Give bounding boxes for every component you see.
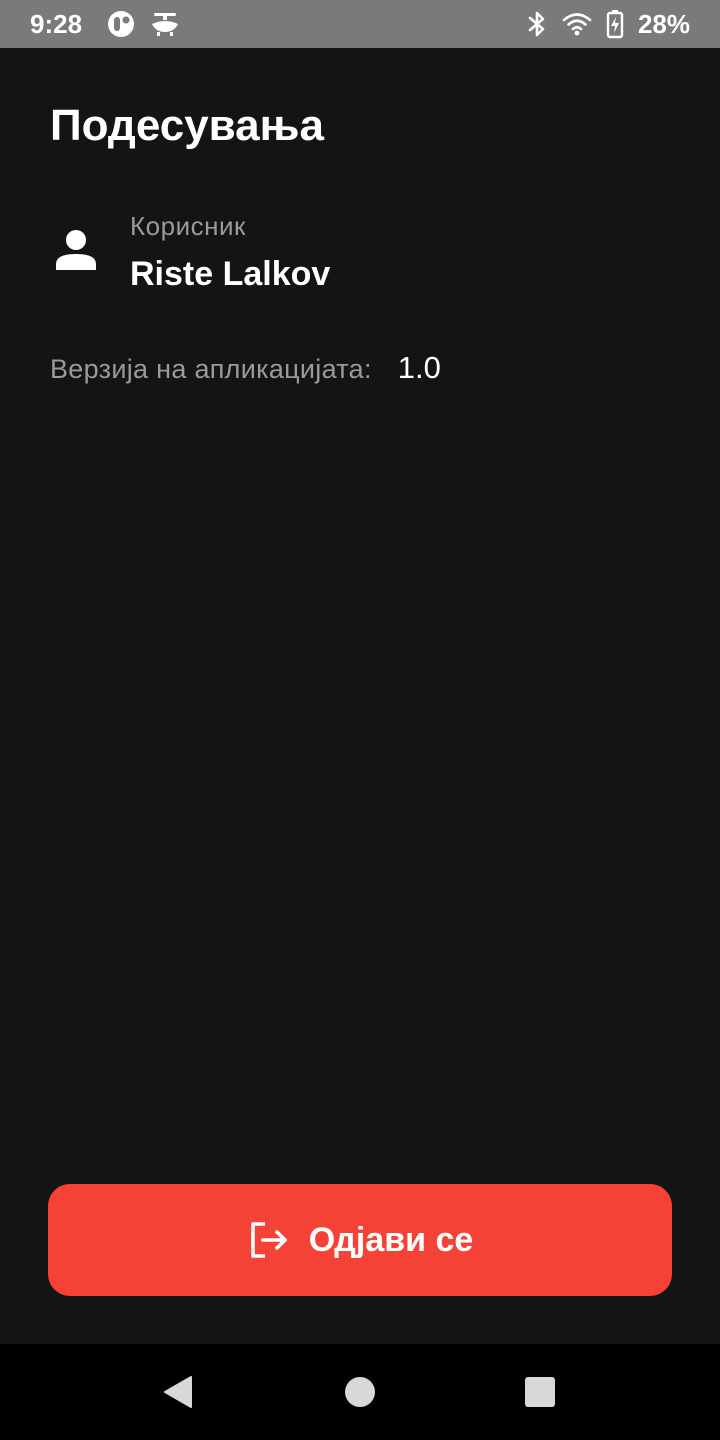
logout-button[interactable]: Одјави се — [48, 1184, 672, 1296]
user-name: Riste Lalkov — [130, 255, 331, 293]
app-notification-icon — [108, 11, 134, 37]
status-right-group: 28% — [526, 8, 690, 40]
page-title: Подесувања — [50, 101, 324, 150]
logout-label: Одјави се — [308, 1220, 474, 1259]
app-version-row: Верзија на апликацијата: 1.0 — [50, 350, 441, 386]
logout-icon — [250, 1222, 287, 1258]
bluetooth-icon — [528, 11, 545, 37]
status-bar: 9:28 28% — [0, 0, 720, 48]
battery-charging-icon — [606, 10, 624, 39]
settings-screen: 9:28 28% Подесувања Корисник Riste Lalko… — [0, 0, 720, 1440]
app-version-value: 1.0 — [397, 350, 441, 385]
user-info-row: Корисник Riste Lalkov — [50, 208, 670, 298]
user-caption: Корисник — [130, 211, 246, 241]
back-icon[interactable] — [160, 1374, 196, 1410]
wifi-icon — [562, 13, 592, 36]
battery-percent: 28% — [637, 9, 690, 39]
status-time: 9:28 — [30, 9, 83, 39]
app-version-label: Верзија на апликацијата: — [50, 354, 372, 384]
drone-icon — [152, 13, 178, 36]
home-icon[interactable] — [342, 1374, 378, 1410]
navigation-bar — [0, 1344, 720, 1440]
recents-icon[interactable] — [522, 1374, 558, 1410]
person-icon — [56, 230, 96, 270]
